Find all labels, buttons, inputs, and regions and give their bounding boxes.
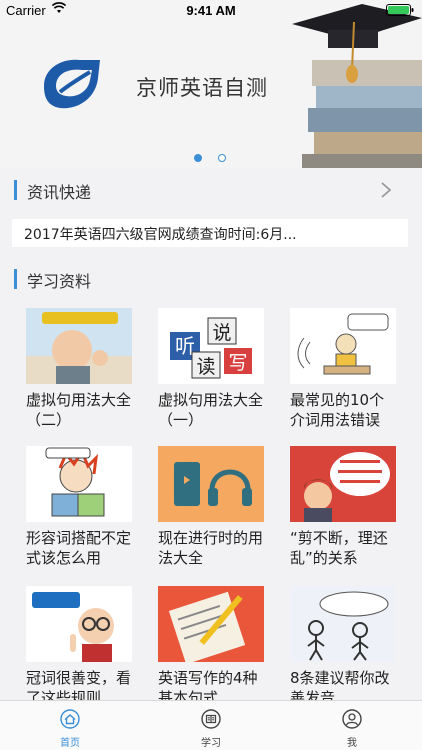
section-accent-bar <box>14 269 17 289</box>
study-thumbnail: 听 说 读 写 <box>158 308 264 384</box>
study-card-title: 最常见的10个介词用法错误 <box>290 391 385 429</box>
study-card-title: 英语写作的4种基本句式 <box>158 669 258 700</box>
study-card[interactable]: 英语写作的4种基本句式 <box>158 586 266 700</box>
study-thumbnail <box>290 446 396 522</box>
page-dot[interactable] <box>218 154 226 162</box>
study-card-title: 形容词搭配不定式该怎么用 <box>26 529 132 567</box>
tab-home-label: 首页 <box>60 738 80 749</box>
section-accent-bar <box>14 180 17 200</box>
tab-study[interactable]: 学习 <box>141 701 281 750</box>
carousel-page-indicator[interactable] <box>0 154 422 164</box>
study-card[interactable]: 虚拟句用法大全（二） <box>26 308 134 430</box>
news-headline: 2017年英语四六级官网成绩查询时间:6月... <box>24 227 297 243</box>
study-thumbnail <box>26 586 132 662</box>
section-divider <box>0 247 422 259</box>
study-thumbnail <box>290 308 396 384</box>
banner-carousel[interactable]: 京师英语自测 <box>0 0 422 168</box>
study-card[interactable]: 最常见的10个介词用法错误 <box>290 308 398 430</box>
study-card[interactable]: 冠词很善变，看了这些规则 <box>26 586 134 700</box>
study-section-header: 学习资料 <box>0 259 422 296</box>
tab-me[interactable]: 我 <box>282 701 422 750</box>
battery-icon <box>386 4 414 16</box>
study-thumbnail <box>158 586 264 662</box>
svg-text:说: 说 <box>212 322 231 344</box>
news-section-title: 资讯快递 <box>27 183 92 202</box>
news-section-header[interactable]: 资讯快递 <box>0 170 422 210</box>
book-icon <box>201 709 221 729</box>
tab-study-label: 学习 <box>201 738 221 749</box>
svg-text:听: 听 <box>175 334 195 358</box>
study-card-title: 现在进行时的用法大全 <box>158 529 264 567</box>
app-logo <box>44 59 100 109</box>
study-card[interactable]: 现在进行时的用法大全 <box>158 446 266 568</box>
svg-text:读: 读 <box>196 356 215 378</box>
tab-me-label: 我 <box>347 738 357 749</box>
status-bar: Carrier 9:41 AM <box>0 0 422 20</box>
study-card[interactable]: “剪不断，理还乱”的关系 <box>290 446 398 568</box>
svg-text:写: 写 <box>228 352 247 374</box>
study-card-title: 虚拟句用法大全（一） <box>158 391 264 429</box>
study-thumbnail <box>26 308 132 384</box>
page-dot-active[interactable] <box>194 154 202 162</box>
study-card-title: 虚拟句用法大全（二） <box>26 391 132 429</box>
study-card-title: 冠词很善变，看了这些规则 <box>26 669 132 700</box>
tab-home[interactable]: 首页 <box>0 701 140 750</box>
tab-bar: 首页 学习 我 <box>0 700 422 750</box>
study-card-title: “剪不断，理还乱”的关系 <box>290 529 388 567</box>
study-card[interactable]: 听 说 读 写 虚拟句用法大全（一） <box>158 308 266 430</box>
study-card-title: 8条建议帮你改善发音 <box>290 669 390 700</box>
study-card[interactable]: 形容词搭配不定式该怎么用 <box>26 446 134 568</box>
study-card[interactable]: 8条建议帮你改善发音 <box>290 586 398 700</box>
study-section-title: 学习资料 <box>27 272 92 291</box>
chevron-right-icon[interactable] <box>380 182 392 198</box>
banner-title: 京师英语自测 <box>136 76 268 100</box>
clock: 9:41 AM <box>186 3 236 18</box>
study-materials-grid: 虚拟句用法大全（二） 听 说 读 写 虚拟句用法大全（一） 最常见的10个介词用… <box>0 296 422 700</box>
home-icon <box>60 709 80 729</box>
news-headline-row[interactable]: 2017年英语四六级官网成绩查询时间:6月... <box>12 219 408 247</box>
person-icon <box>342 709 362 729</box>
study-thumbnail <box>290 586 396 662</box>
graduation-books-illustration <box>292 0 422 168</box>
study-thumbnail <box>158 446 264 522</box>
study-thumbnail <box>26 446 132 522</box>
